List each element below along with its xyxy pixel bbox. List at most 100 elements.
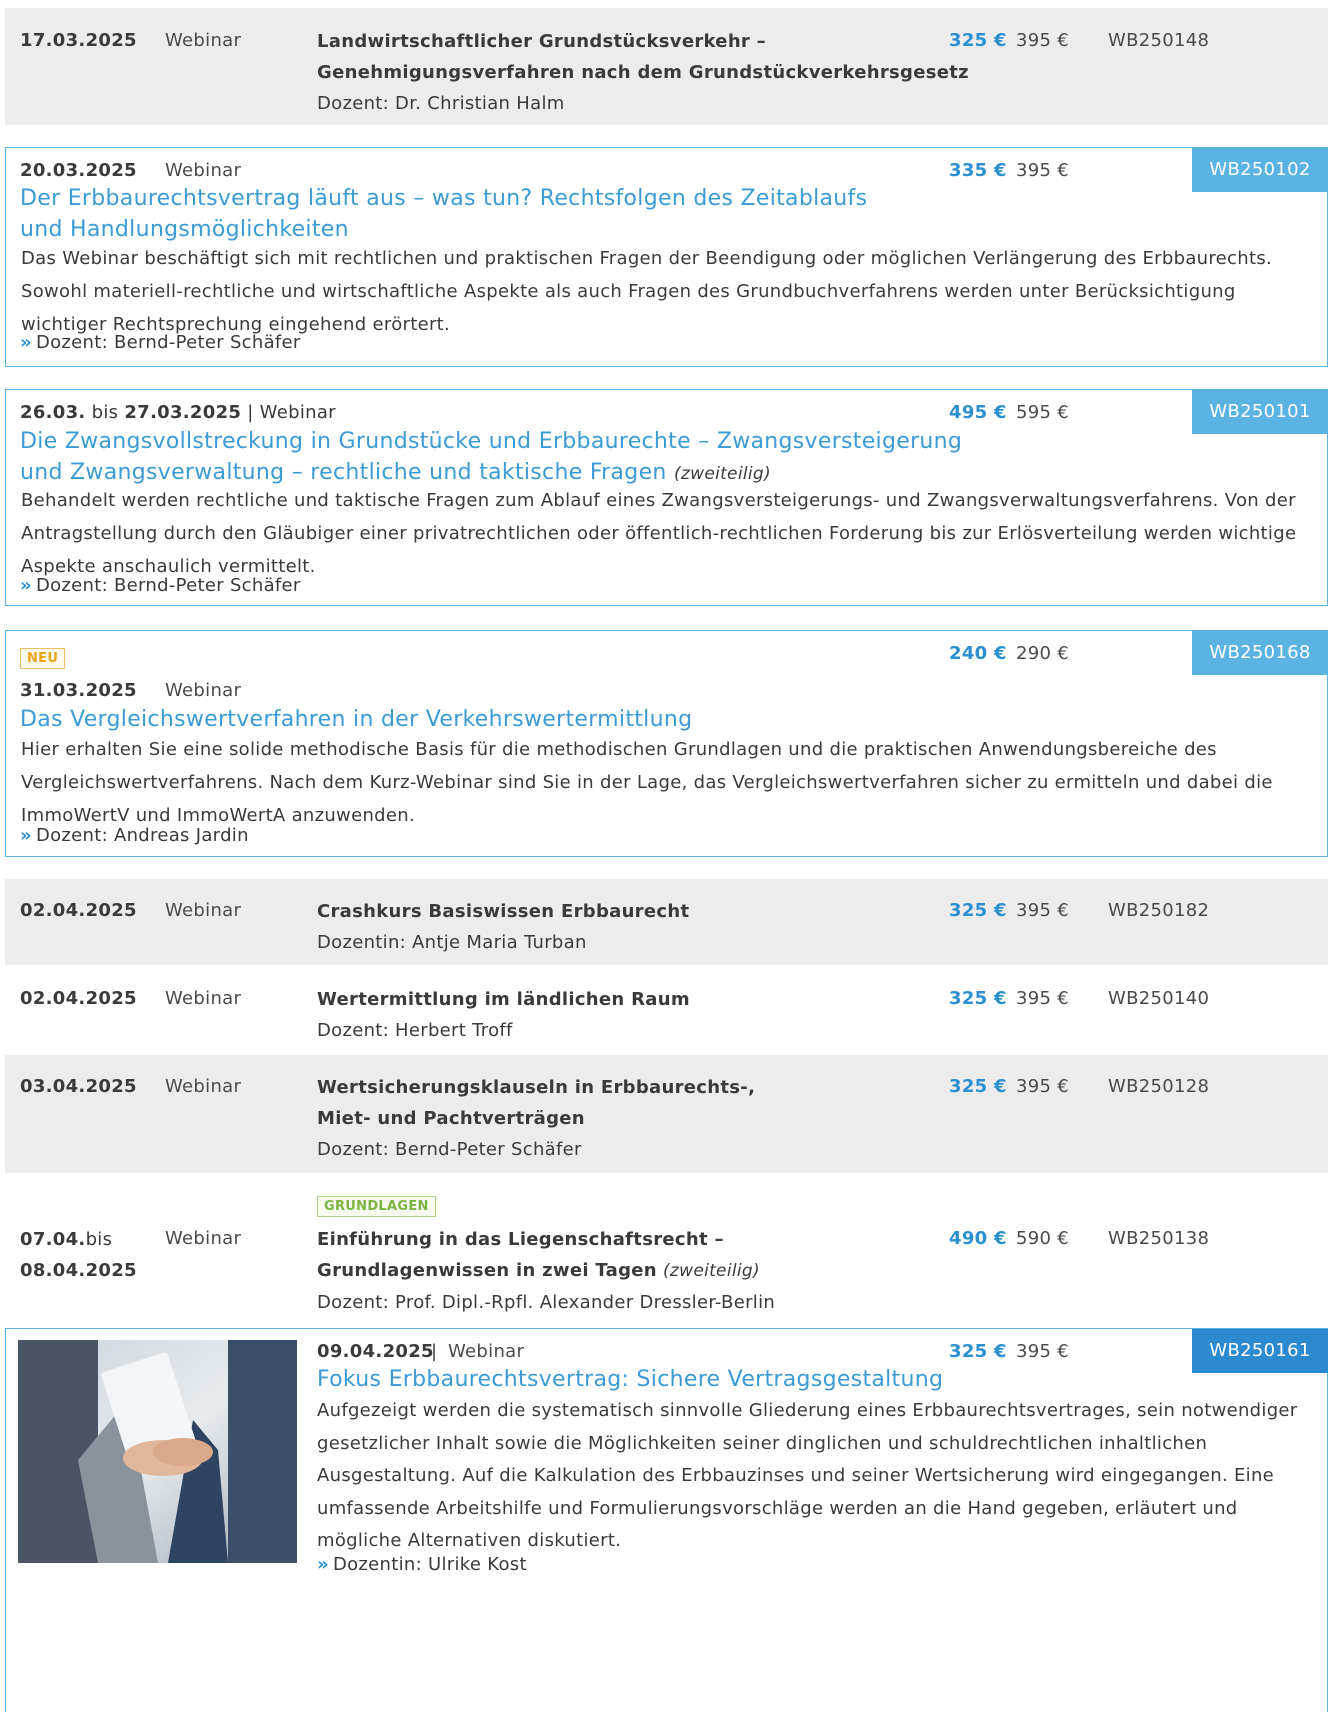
course-lecturer: Dozent: Bernd-Peter Schäfer — [317, 1139, 582, 1160]
chevron-double-right-icon: » — [20, 575, 32, 596]
price-member: 325 € — [949, 30, 1007, 51]
course-title-link[interactable]: Der Erbbaurechtsvertrag läuft aus – was … — [20, 183, 867, 245]
course-title-line: Die Zwangsvollstreckung in Grundstücke u… — [20, 429, 963, 454]
handshake-photo — [18, 1340, 297, 1563]
course-title-line: Wertermittlung im ländlichen Raum — [317, 989, 690, 1010]
course-description: Hier erhalten Sie eine solide methodisch… — [21, 739, 1273, 826]
price-member: 490 € — [949, 1228, 1007, 1249]
course-code: WB250140 — [1108, 988, 1210, 1009]
course-title-line: Miet- und Pachtverträgen — [317, 1108, 585, 1129]
separator: | — [247, 402, 254, 423]
date-to: 27.03.2025 — [124, 402, 242, 423]
course-code: WB250148 — [1108, 30, 1210, 51]
course-title-line: Crashkurs Basiswissen Erbbaurecht — [317, 901, 690, 922]
date-from: 26.03. — [20, 402, 86, 423]
separator: | — [431, 1341, 438, 1362]
course-title[interactable]: Wertsicherungsklauseln in Erbbaurechts-,… — [317, 1072, 755, 1165]
course-title-link[interactable]: Die Zwangsvollstreckung in Grundstücke u… — [20, 426, 962, 490]
price-member: 325 € — [949, 900, 1007, 921]
date-bis: bis — [85, 1229, 113, 1250]
course-row: 02.04.2025 Webinar Wertermittlung im län… — [5, 967, 1328, 1053]
course-format: Webinar — [165, 988, 242, 1009]
price-member: 495 € — [949, 402, 1007, 423]
course-code: WB250138 — [1108, 1228, 1210, 1249]
course-lecturer: Dozent: Herbert Troff — [317, 1020, 513, 1041]
course-row: 02.04.2025 Webinar Crashkurs Basiswissen… — [5, 879, 1328, 965]
course-title-line: Der Erbbaurechtsvertrag läuft aus – was … — [20, 186, 868, 211]
price-regular: 395 € — [1016, 1076, 1070, 1097]
course-format: Webinar — [165, 1228, 242, 1249]
chevron-double-right-icon: » — [317, 1554, 329, 1575]
price-member: 325 € — [949, 1076, 1007, 1097]
chevron-double-right-icon: » — [20, 825, 32, 846]
course-title[interactable]: Landwirtschaftlicher Grundstücksverkehr … — [317, 26, 969, 119]
course-format: Webinar — [165, 1076, 242, 1097]
course-lecturer: » Dozent: Bernd-Peter Schäfer — [20, 575, 301, 596]
chevron-double-right-icon: » — [20, 332, 32, 353]
price-regular: 395 € — [1016, 900, 1070, 921]
course-title[interactable]: Crashkurs Basiswissen Erbbaurecht Dozent… — [317, 896, 689, 958]
course-format: Webinar — [448, 1341, 525, 1362]
course-title[interactable]: Wertermittlung im ländlichen Raum Dozent… — [317, 984, 690, 1046]
course-code-badge[interactable]: WB250102 — [1192, 148, 1328, 192]
price-member: 325 € — [949, 988, 1007, 1009]
lecturer-name: Dozentin: Ulrike Kost — [332, 1554, 527, 1575]
course-date: 09.04.2025 — [317, 1341, 434, 1362]
lecturer-name: Dozent: Bernd-Peter Schäfer — [35, 332, 301, 353]
course-description: Behandelt werden rechtliche und taktisch… — [21, 490, 1297, 577]
course-lecturer: Dozent: Prof. Dipl.-Rpfl. Alexander Dres… — [317, 1292, 776, 1313]
price-regular: 395 € — [1016, 30, 1070, 51]
date-bis: bis — [91, 402, 119, 423]
course-code: WB250182 — [1108, 900, 1210, 921]
course-date: 02.04.2025 — [20, 988, 137, 1009]
course-code: WB250128 — [1108, 1076, 1210, 1097]
course-code-badge[interactable]: WB250168 — [1192, 631, 1328, 675]
course-lecturer: » Dozentin: Ulrike Kost — [317, 1554, 527, 1575]
course-title-line: Einführung in das Liegenschaftsrecht – — [317, 1229, 724, 1250]
course-row: GRUNDLAGEN 07.04.bis 08.04.2025 Webinar … — [5, 1180, 1328, 1320]
course-card: 20.03.2025 Webinar 335 € 395 € WB250102 … — [5, 147, 1328, 367]
course-code-badge[interactable]: WB250101 — [1192, 390, 1328, 434]
course-title-line: Landwirtschaftlicher Grundstücksverkehr … — [317, 31, 766, 52]
course-code-badge[interactable]: WB250161 — [1192, 1329, 1328, 1373]
course-title-line: und Zwangsverwaltung – rechtliche und ta… — [20, 460, 667, 485]
course-format: Webinar — [165, 160, 242, 181]
course-description: Das Webinar beschäftigt sich mit rechtli… — [21, 248, 1273, 335]
price-regular: 395 € — [1016, 160, 1070, 181]
course-lecturer: Dozent: Dr. Christian Halm — [317, 93, 565, 114]
course-date: 17.03.2025 — [20, 30, 137, 51]
course-format: Webinar — [259, 402, 336, 423]
course-title-line: Grundlagenwissen in zwei Tagen — [317, 1260, 657, 1281]
course-lecturer: Dozentin: Antje Maria Turban — [317, 932, 587, 953]
new-badge: NEU — [20, 648, 66, 669]
course-title[interactable]: Einführung in das Liegenschaftsrecht – G… — [317, 1224, 775, 1318]
course-title-line: und Handlungsmöglichkeiten — [20, 217, 349, 242]
price-regular: 290 € — [1016, 643, 1070, 664]
date-to: 08.04.2025 — [20, 1260, 137, 1281]
course-lecturer: » Dozent: Andreas Jardin — [20, 825, 249, 846]
course-title-link[interactable]: Fokus Erbbaurechtsvertrag: Sichere Vertr… — [317, 1364, 943, 1395]
price-member: 240 € — [949, 643, 1007, 664]
price-regular: 590 € — [1016, 1228, 1070, 1249]
price-regular: 395 € — [1016, 988, 1070, 1009]
course-lecturer: » Dozent: Bernd-Peter Schäfer — [20, 332, 301, 353]
price-regular: 595 € — [1016, 402, 1070, 423]
handshake-image-icon — [18, 1340, 297, 1563]
course-format: Webinar — [165, 680, 242, 701]
price-member: 325 € — [949, 1341, 1007, 1362]
course-title-line: Genehmigungsverfahren nach dem Grundstüc… — [317, 62, 969, 83]
course-format: Webinar — [165, 30, 242, 51]
course-card: NEU 240 € 290 € WB250168 31.03.2025 Webi… — [5, 630, 1328, 857]
course-date-range: 26.03. bis 27.03.2025 | Webinar — [20, 402, 336, 423]
course-title-line: Wertsicherungsklauseln in Erbbaurechts-, — [317, 1077, 756, 1098]
course-title-link[interactable]: Das Vergleichswertverfahren in der Verke… — [20, 704, 692, 735]
basics-badge: GRUNDLAGEN — [317, 1196, 436, 1217]
lecturer-name: Dozent: Andreas Jardin — [35, 825, 249, 846]
course-card: 26.03. bis 27.03.2025 | Webinar 495 € 59… — [5, 389, 1328, 606]
price-member: 335 € — [949, 160, 1007, 181]
course-row: 03.04.2025 Webinar Wertsicherungsklausel… — [5, 1055, 1328, 1173]
course-date: 20.03.2025 — [20, 160, 137, 181]
title-note: (zweiteilig) — [673, 464, 771, 484]
title-note: (zweiteilig) — [662, 1261, 760, 1281]
course-date-range: 07.04.bis 08.04.2025 — [20, 1224, 137, 1286]
